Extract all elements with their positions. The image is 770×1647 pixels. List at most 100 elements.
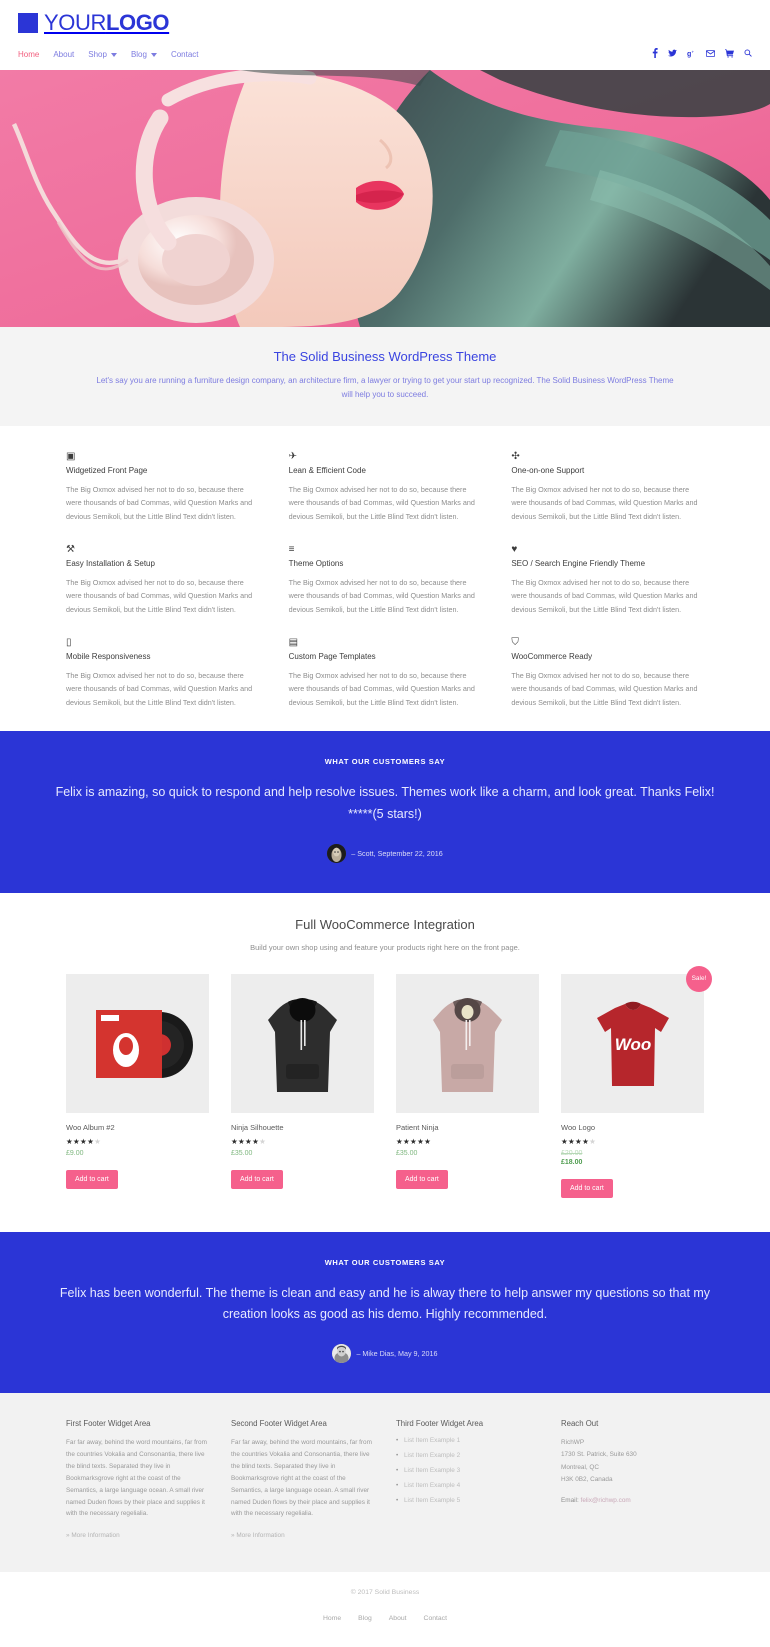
list-item[interactable]: List Item Example 1 (396, 1437, 539, 1444)
feature-item: ▣ Widgetized Front Page The Big Oxmox ad… (66, 450, 259, 523)
email-icon[interactable] (706, 49, 715, 57)
product-price-value: £35.00 (396, 1149, 418, 1157)
footer-nav-item-blog[interactable]: Blog (358, 1607, 372, 1625)
cart-icon[interactable] (725, 48, 734, 58)
feature-item: ⚒ Easy Installation & Setup The Big Oxmo… (66, 543, 259, 616)
logo-text: YOURLOGO (44, 10, 170, 36)
list-item[interactable]: List Item Example 4 (396, 1482, 539, 1489)
nav-link-home[interactable]: Home (18, 50, 39, 59)
feature-text: The Big Oxmox advised her not to do so, … (288, 485, 475, 521)
feature-title: Theme Options (288, 558, 344, 568)
support-icon: ✣ (511, 451, 520, 462)
address-line: RichWP (561, 1439, 585, 1447)
nav-item-home[interactable]: Home (18, 44, 39, 62)
nav-link-contact[interactable]: Contact (171, 50, 199, 59)
nav-item-contact[interactable]: Contact (171, 44, 199, 62)
svg-text:Woo: Woo (615, 1035, 652, 1054)
add-to-cart-button[interactable]: Add to cart (66, 1169, 118, 1189)
footer-widget-list: List Item Example 1 List Item Example 2 … (396, 1437, 539, 1504)
product-price-value: £35.00 (231, 1149, 253, 1157)
email-link[interactable]: felix@richwp.com (581, 1497, 631, 1504)
nav-link-shop[interactable]: Shop (88, 50, 117, 59)
black-hoodie-image (233, 973, 372, 1113)
feature-text: The Big Oxmox advised her not to do so, … (511, 577, 698, 614)
product-card[interactable]: Patient Ninja ★★★★★ £35.00 Add to cart (396, 973, 539, 1198)
product-card[interactable]: Woo Album #2 ★★★★★ £9.00 Add to cart (66, 973, 209, 1198)
site-logo[interactable]: YOURLOGO (18, 10, 170, 36)
product-name: Patient Ninja (396, 1122, 439, 1132)
footer-nav-link-about[interactable]: About (389, 1615, 407, 1622)
more-information-link[interactable]: » More Information (66, 1532, 120, 1539)
header-navigation: Home About Shop Blog Contact g + (0, 42, 770, 70)
product-image-woo-album-2[interactable] (66, 973, 209, 1113)
footer-nav-link-home[interactable]: Home (323, 1615, 341, 1622)
footer-nav-link-contact[interactable]: Contact (424, 1615, 447, 1622)
rocket-icon: ✈ (288, 451, 298, 462)
product-name: Ninja Silhouette (231, 1122, 284, 1132)
footer-nav-item-about[interactable]: About (389, 1607, 407, 1625)
testimonial-section-one: WHAT OUR CUSTOMERS SAY Felix is amazing,… (0, 730, 770, 893)
add-to-cart-button[interactable]: Add to cart (396, 1169, 448, 1189)
product-name: Woo Album #2 (66, 1122, 115, 1132)
nav-item-blog[interactable]: Blog (131, 44, 157, 62)
feature-grid: ▣ Widgetized Front Page The Big Oxmox ad… (66, 450, 704, 709)
footer-widget-title: Third Footer Widget Area (396, 1419, 484, 1429)
feature-item: ✣ One-on-one Support The Big Oxmox advis… (511, 450, 704, 523)
product-image-ninja-silhouette[interactable] (231, 973, 374, 1113)
product-grid: Woo Album #2 ★★★★★ £9.00 Add to cart Nin… (66, 965, 712, 1198)
google-plus-icon[interactable]: g + (687, 49, 696, 58)
twitter-icon[interactable] (668, 49, 677, 58)
product-rating: ★★★★★ (561, 1136, 597, 1146)
testimonial-author-row: – Mike Dias, May 9, 2016 (40, 1344, 730, 1364)
avatar (327, 843, 347, 863)
footer-widget-grid: First Footer Widget Area Far far away, b… (66, 1419, 704, 1542)
testimonial-kicker: WHAT OUR CUSTOMERS SAY (324, 756, 446, 766)
nav-link-about[interactable]: About (53, 50, 74, 59)
feature-title: Widgetized Front Page (66, 466, 148, 475)
list-item[interactable]: List Item Example 2 (396, 1452, 539, 1459)
widget-icon: ▣ (66, 451, 76, 462)
footer-widget-title: First Footer Widget Area (66, 1419, 151, 1429)
sliders-icon: ≡ (288, 543, 295, 555)
footer-nav-item-contact[interactable]: Contact (424, 1607, 447, 1625)
product-image-woo-logo[interactable]: Woo (561, 973, 704, 1113)
product-card[interactable]: Sale! Woo Woo Logo ★★★★★ £20.00 £18.00 A… (561, 965, 712, 1198)
feature-title: Custom Page Templates (288, 651, 376, 661)
sale-badge: Sale! (686, 965, 712, 992)
nav-item-about[interactable]: About (53, 44, 74, 62)
social-links: g + (652, 48, 752, 58)
product-image-patient-ninja[interactable] (396, 973, 539, 1113)
search-icon[interactable] (744, 49, 752, 57)
footer-widget-title: Second Footer Widget Area (231, 1419, 327, 1429)
address-line: H3K 0B2, Canada (561, 1475, 613, 1483)
footer-widget-text: Far far away, behind the word mountains,… (66, 1439, 207, 1518)
footer-widget-second: Second Footer Widget Area Far far away, … (231, 1419, 374, 1542)
shop-title: Full WooCommerce Integration (295, 916, 475, 932)
feature-text: The Big Oxmox advised her not to do so, … (288, 670, 475, 707)
more-information-link[interactable]: » More Information (231, 1532, 285, 1539)
email-label: Email: (561, 1497, 579, 1504)
nav-item-shop[interactable]: Shop (88, 44, 117, 62)
testimonial-author: – Scott, September 22, 2016 (351, 848, 443, 858)
intro-text: Let's say you are running a furniture de… (96, 376, 674, 399)
product-card[interactable]: Ninja Silhouette ★★★★★ £35.00 Add to car… (231, 973, 374, 1198)
features-section: ▣ Widgetized Front Page The Big Oxmox ad… (0, 426, 770, 731)
feature-text: The Big Oxmox advised her not to do so, … (66, 485, 253, 521)
nav-link-blog[interactable]: Blog (131, 50, 157, 59)
address-line: 1730 St. Patrick, Suite 630 (561, 1451, 637, 1459)
copyright-mark: © 2017 (350, 1589, 375, 1597)
heart-icon: ♥ (511, 543, 518, 555)
footer-widget-text: Far far away, behind the word mountains,… (231, 1439, 372, 1518)
list-item[interactable]: List Item Example 5 (396, 1497, 539, 1504)
feature-item: ▤ Custom Page Templates The Big Oxmox ad… (289, 636, 482, 709)
footer-nav-item-home[interactable]: Home (323, 1607, 341, 1625)
address-block: RichWP 1730 St. Patrick, Suite 630 Montr… (561, 1437, 704, 1486)
facebook-icon[interactable] (652, 48, 658, 58)
add-to-cart-button[interactable]: Add to cart (561, 1178, 613, 1198)
feature-text: The Big Oxmox advised her not to do so, … (66, 577, 253, 614)
add-to-cart-button[interactable]: Add to cart (231, 1169, 283, 1189)
list-item[interactable]: List Item Example 3 (396, 1467, 539, 1474)
product-rating: ★★★★★ (231, 1136, 267, 1146)
footer-nav-link-blog[interactable]: Blog (358, 1615, 372, 1622)
red-tshirt-image: Woo (563, 973, 702, 1113)
